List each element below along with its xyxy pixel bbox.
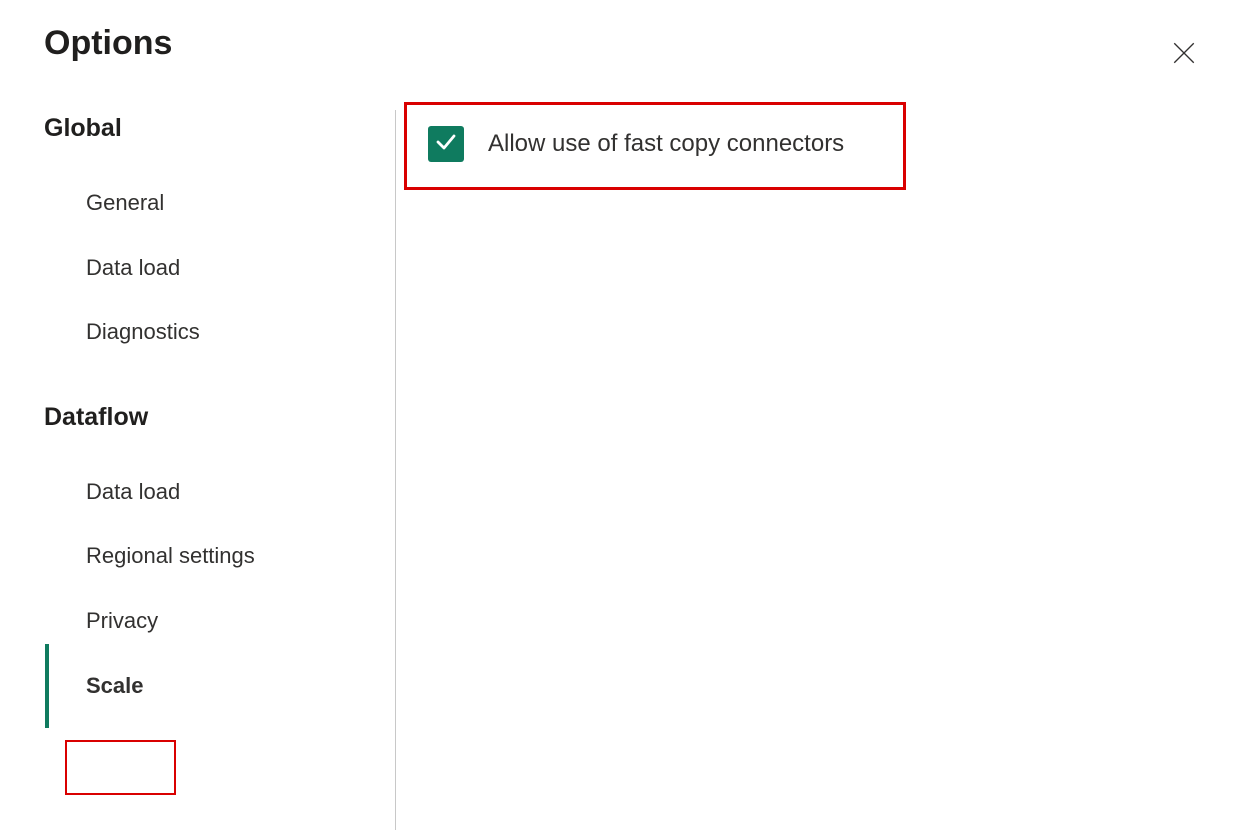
nav-item-dataflow-dataload[interactable]: Data load [44, 460, 394, 525]
options-content-scale: Allow use of fast copy connectors [428, 126, 844, 162]
nav-item-scale[interactable]: Scale [44, 654, 394, 719]
close-icon [1171, 40, 1197, 69]
nav-item-global-dataload[interactable]: Data load [44, 236, 394, 301]
checkmark-icon [434, 130, 458, 159]
checkbox-box [428, 126, 464, 162]
nav-item-privacy[interactable]: Privacy [44, 589, 394, 654]
close-button[interactable] [1166, 36, 1202, 72]
nav-item-regional-settings[interactable]: Regional settings [44, 524, 394, 589]
section-header-dataflow: Dataflow [44, 403, 394, 432]
nav-item-general[interactable]: General [44, 171, 394, 236]
dialog-title: Options [44, 24, 172, 63]
checkbox-fastcopy[interactable]: Allow use of fast copy connectors [428, 126, 844, 162]
annotation-highlight-scale [65, 740, 176, 795]
nav-item-diagnostics[interactable]: Diagnostics [44, 300, 394, 365]
section-header-global: Global [44, 114, 394, 143]
sidebar-divider [395, 110, 396, 830]
options-sidebar: Global General Data load Diagnostics Dat… [44, 114, 394, 718]
checkbox-fastcopy-label: Allow use of fast copy connectors [488, 130, 844, 158]
